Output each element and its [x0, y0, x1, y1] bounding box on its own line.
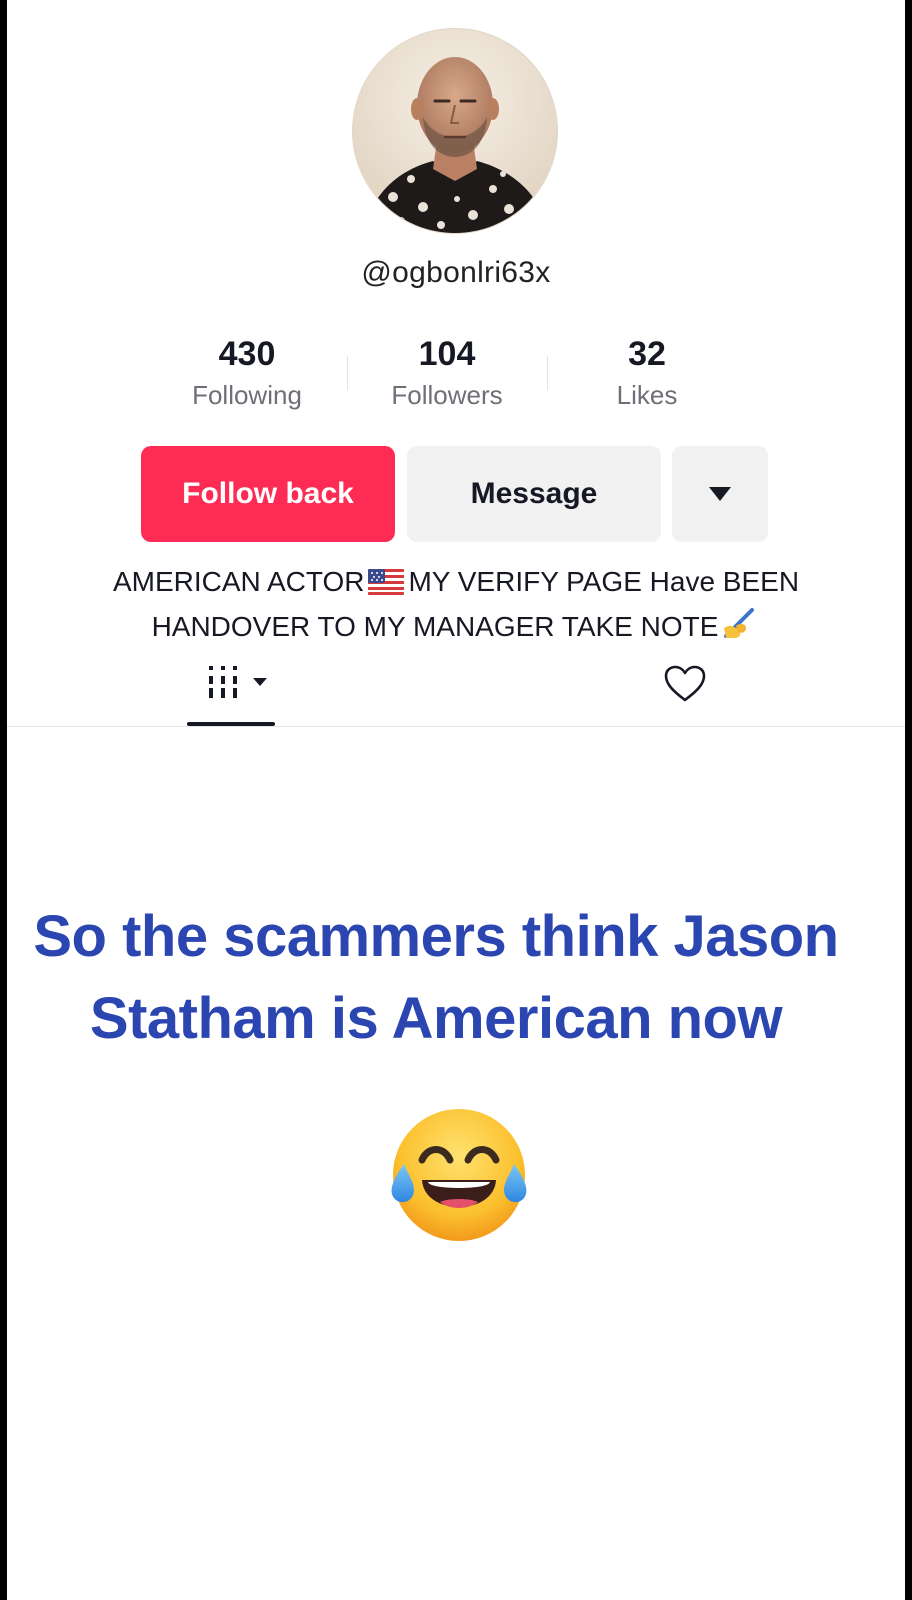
- videos-tab[interactable]: [207, 664, 287, 704]
- bio-text: AMERICAN ACTOR: [112, 566, 365, 597]
- likes-label: Likes: [616, 380, 678, 410]
- message-button[interactable]: Message: [407, 446, 661, 542]
- profile-screen: @ogbonlri63x 430 Following 104 Followers…: [7, 0, 905, 1600]
- avatar[interactable]: [352, 28, 558, 234]
- follow-back-button[interactable]: Follow back: [141, 446, 395, 542]
- caret-down-icon: [709, 487, 731, 501]
- stat-followers[interactable]: 104 Followers: [347, 334, 547, 410]
- overlay-caption: So the scammers think Jason Statham is A…: [21, 896, 851, 1060]
- followers-count: 104: [418, 335, 476, 373]
- bio-text: MY VERIFY PAGE Have BEEN: [408, 566, 800, 597]
- stat-likes: 32 Likes: [547, 334, 747, 410]
- likes-count: 32: [628, 335, 666, 373]
- following-label: Following: [192, 380, 302, 410]
- tabs-divider: [7, 726, 905, 727]
- more-options-button[interactable]: [672, 446, 768, 542]
- stat-following[interactable]: 430 Following: [147, 334, 347, 410]
- caption-line-1: So the scammers think Jason: [33, 904, 839, 969]
- bio-line-2: HANDOVER TO MY MANAGER TAKE NOTE: [67, 606, 845, 651]
- videos-grid-icon: [209, 666, 267, 698]
- followers-label: Followers: [391, 380, 503, 410]
- caption-line-2: Statham is American now: [89, 986, 783, 1051]
- writing-hand-emoji: [722, 606, 756, 651]
- bio-line-1: AMERICAN ACTOR MY VERIFY PAGE Have BEEN: [67, 562, 845, 606]
- us-flag-emoji: [368, 566, 405, 606]
- avatar-photo: [353, 29, 557, 233]
- face-with-tears-of-joy-emoji: [384, 1102, 534, 1252]
- bio: AMERICAN ACTOR MY VERIFY PAGE Have BEEN …: [67, 562, 845, 651]
- liked-tab[interactable]: [663, 664, 707, 704]
- following-count: 430: [218, 335, 276, 373]
- bio-text: HANDOVER TO MY MANAGER TAKE NOTE: [151, 611, 719, 642]
- heart-icon: [664, 665, 706, 702]
- username: @ogbonlri63x: [361, 256, 551, 289]
